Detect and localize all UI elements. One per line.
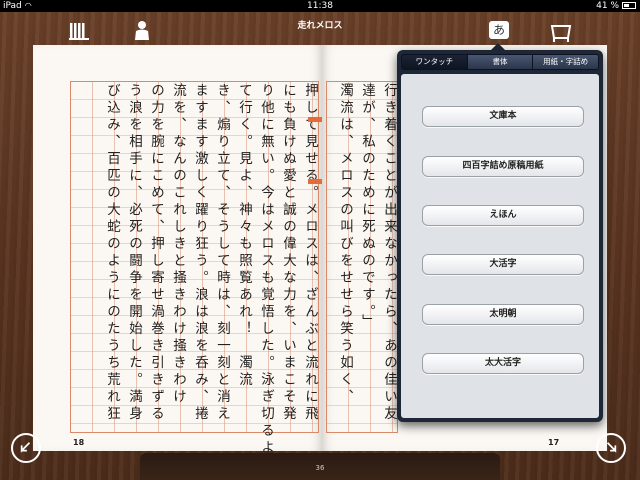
popover-body: 文庫本 四百字詰め原稿用紙 えほん 大活字 太明朝 太大活字: [401, 74, 599, 418]
option-bold-mincho-button[interactable]: 太明朝: [422, 304, 584, 325]
text-column: の力を腕にこめて、押し寄せ渦巻き引きずる: [148, 83, 164, 423]
previous-page-button[interactable]: [11, 433, 41, 463]
page-layout-icon[interactable]: [550, 22, 572, 44]
font-settings-popover: ワンタッチ 書体 用紙・字詰め 文庫本 四百字詰め原稿用紙 えほん 大活字 太明…: [397, 50, 603, 422]
option-bunkobon-button[interactable]: 文庫本: [422, 106, 584, 127]
clock: 11:38: [307, 1, 333, 11]
page-gutter-mark: [308, 179, 322, 184]
tab-typeface[interactable]: 書体: [467, 55, 534, 69]
person-icon[interactable]: [131, 20, 153, 42]
tab-paper-layout[interactable]: 用紙・字詰め: [533, 55, 598, 69]
status-bar: iPad ◠ 11:38 41 %: [0, 0, 640, 12]
text-column: ますます激しく躍り狂う。浪は浪を呑み、捲: [192, 83, 208, 423]
page-gutter-mark: [308, 117, 322, 122]
page-number-right: 17: [548, 438, 560, 447]
text-column: び込み、百匹の大蛇のようにのたうち荒れ狂: [104, 83, 120, 423]
battery-icon: [622, 2, 636, 9]
option-manuscript-paper-button[interactable]: 四百字詰め原稿用紙: [422, 156, 584, 177]
font-glyph: あ: [492, 23, 505, 37]
page-number-left: 18: [73, 438, 85, 447]
text-column: う浪を相手に、必死の闘争を開始した。満身: [126, 83, 142, 423]
text-column: にも負けぬ愛と誠の偉大な力を、いまこそ発: [280, 83, 296, 423]
book-title: 走れメロス: [297, 21, 343, 31]
option-bold-large-print-button[interactable]: 太大活字: [422, 353, 584, 374]
text-column: 達が、私のために死ぬのです。」: [359, 83, 375, 332]
text-column: 流を、なんのこれしきと掻きわけ掻きわけ: [170, 83, 186, 406]
bookshelf-icon[interactable]: [68, 20, 90, 42]
popover-segmented-control: ワンタッチ 書体 用紙・字詰め: [401, 54, 599, 70]
tab-one-touch[interactable]: ワンタッチ: [402, 55, 468, 69]
text-column: 押して見せる。メロスは、ざんぶと流れに飛: [302, 83, 318, 423]
next-page-button[interactable]: [596, 433, 626, 463]
battery-indicator: 41 %: [596, 0, 636, 12]
text-column: り他に無い。今はメロスも覚悟した。泳ぎ切るよ: [258, 83, 274, 457]
font-settings-icon[interactable]: あ: [489, 21, 509, 39]
left-page[interactable]: 押して見せる。メロスは、ざんぶと流れに飛 にも負けぬ愛と誠の偉大な力を、いまこそ発…: [33, 45, 322, 457]
option-large-print-button[interactable]: 大活字: [422, 254, 584, 275]
text-column: て行く。見よ、神々も照覧あれ！ 濁流: [236, 83, 252, 389]
text-column: 濁流は、メロスの叫びをせせら笑う如く、: [337, 83, 353, 406]
option-ehon-button[interactable]: えほん: [422, 205, 584, 226]
text-column: き、煽り立て、そうして時は、刻一刻と消え: [214, 83, 230, 423]
current-page-indicator: 36: [315, 464, 325, 472]
